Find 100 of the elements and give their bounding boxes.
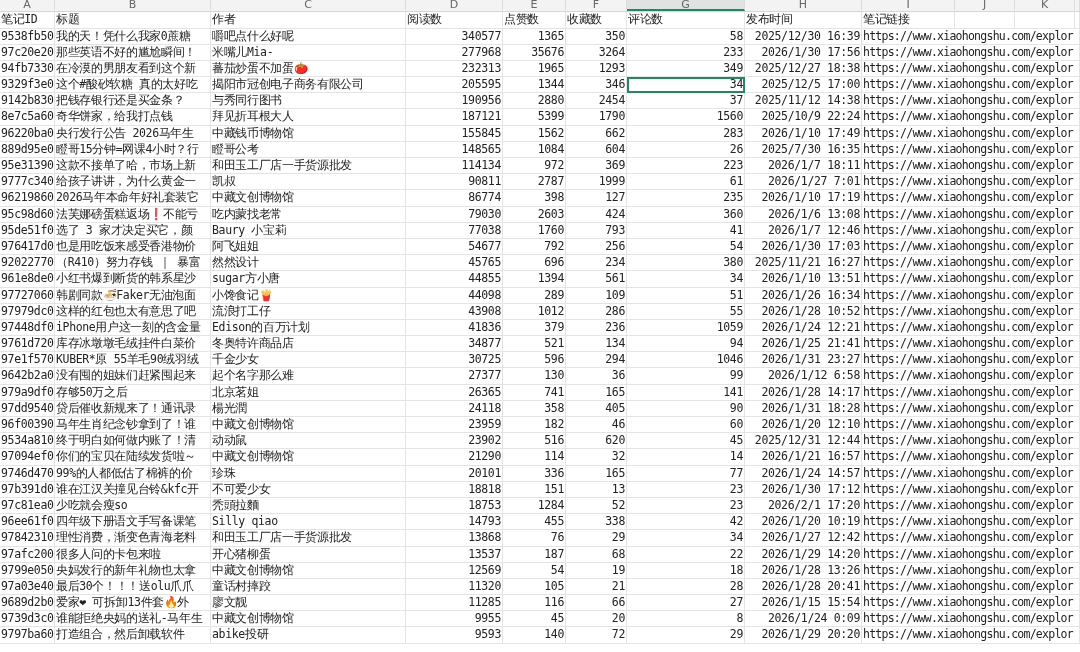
table-cell: 1562: [503, 125, 566, 142]
table-cell: 76: [503, 530, 566, 547]
table-cell: 369: [566, 158, 627, 175]
table-cell: 380: [627, 255, 745, 272]
table-cell: 52: [566, 497, 627, 515]
table-cell: 232313: [406, 60, 503, 78]
table-cell: 190956: [406, 93, 503, 110]
table-cell: 1790: [566, 109, 627, 126]
table-cell: 233: [627, 44, 745, 61]
table-cell: 18818: [406, 481, 503, 498]
table-cell: 86774: [406, 190, 503, 207]
table-cell: 36: [566, 368, 627, 385]
table-cell: 很多人问的卡包来啦: [55, 546, 211, 563]
table-cell: 19: [566, 562, 627, 579]
table-cell: 18: [627, 562, 745, 579]
table-cell: 2026/1/12 6:58: [745, 368, 862, 385]
table-cell: 也是用吃饭来感受香港物价: [55, 238, 211, 256]
table-cell: 1293: [566, 60, 627, 78]
column-letter[interactable]: K: [1015, 0, 1075, 11]
table-cell: 9534a810: [0, 433, 55, 450]
table-cell: 库存冰墩墩毛绒挂件白菜价: [55, 336, 211, 353]
table-cell: 谁在江汉关撞见台铃&kfc开: [55, 481, 211, 498]
link-cell: https://www.xiaohongshu.com/explor: [862, 530, 1080, 547]
column-letter[interactable]: E: [503, 0, 566, 11]
column-letter[interactable]: G: [627, 0, 745, 11]
table-cell: 8: [627, 611, 745, 628]
table-cell: 151: [503, 481, 566, 498]
table-cell: 187: [503, 546, 566, 563]
table-cell: 116: [503, 595, 566, 612]
link-cell: https://www.xiaohongshu.com/explor: [862, 206, 1080, 223]
link-cell: https://www.xiaohongshu.com/explor: [862, 352, 1080, 369]
table-cell: 2026/1/30 17:56: [745, 44, 862, 61]
table-cell: 2880: [503, 93, 566, 110]
table-cell: 流浪打工仔: [211, 303, 406, 320]
table-cell: 90: [627, 400, 745, 417]
table-cell: 奇华饼家，给我打点钱: [55, 109, 211, 126]
table-cell: 45: [627, 433, 745, 450]
column-header: 笔记链接: [862, 12, 955, 29]
table-cell: 336: [503, 465, 566, 482]
table-cell: 2026/1/31 18:28: [745, 400, 862, 417]
table-cell: 2025/12/5 17:00: [745, 77, 862, 94]
table-cell: 976417d0: [0, 238, 55, 256]
table-cell: 小馋食记🍟: [211, 287, 406, 304]
table-cell: 277968: [406, 44, 503, 61]
table-cell: 没有囤的姐妹们赶紧囤起来: [55, 368, 211, 385]
table-cell: 2454: [566, 93, 627, 110]
table-cell: 79030: [406, 206, 503, 223]
table-cell: 法芙娜磅蛋糕返场❗不能亏: [55, 206, 211, 223]
column-letter[interactable]: H: [745, 0, 862, 11]
table-cell: 109: [566, 287, 627, 304]
column-letter[interactable]: D: [406, 0, 503, 11]
table-cell: 97c20e20: [0, 44, 55, 61]
table-cell: 楊光潤: [211, 400, 406, 417]
table-cell: 14: [627, 449, 745, 466]
table-cell: 340577: [406, 28, 503, 45]
table-cell: 165: [566, 465, 627, 482]
table-cell: 2026/1/30 17:12: [745, 481, 862, 498]
link-cell: https://www.xiaohongshu.com/explor: [862, 60, 1080, 78]
table-cell: 2026/1/27 12:42: [745, 530, 862, 547]
table-cell: 236: [566, 319, 627, 337]
column-letter[interactable]: I: [862, 0, 955, 11]
table-cell: 95de51f0: [0, 222, 55, 239]
table-cell: 2026/1/28 10:52: [745, 303, 862, 320]
link-cell: https://www.xiaohongshu.com/explor: [862, 449, 1080, 466]
table-cell: 起个名字那么难: [211, 368, 406, 385]
table-cell: 97727060: [0, 287, 55, 304]
table-cell: 114134: [406, 158, 503, 175]
table-cell: 2026/1/10 17:19: [745, 190, 862, 207]
link-cell: https://www.xiaohongshu.com/explor: [862, 303, 1080, 320]
table-cell: 516: [503, 433, 566, 450]
link-cell: https://www.xiaohongshu.com/explor: [862, 77, 1080, 94]
table-cell: 26: [627, 141, 745, 158]
table-cell: 终于明白如何做内账了！清: [55, 433, 211, 450]
table-cell: 2026/1/24 14:57: [745, 465, 862, 482]
table-cell: 9761d720: [0, 336, 55, 353]
table-cell: 你们的宝贝在陆续发货啦～: [55, 449, 211, 466]
column-letter[interactable]: J: [955, 0, 1015, 11]
column-letter[interactable]: C: [211, 0, 406, 11]
table-cell: 爱家❤ 可拆卸13件套🔥外: [55, 595, 211, 612]
table-cell: 521: [503, 336, 566, 353]
table-cell: 少吃就会瘦so: [55, 497, 211, 515]
table-cell: 阿飞姐姐: [211, 238, 406, 256]
table-cell: 54: [503, 562, 566, 579]
table-cell: 21290: [406, 449, 503, 466]
table-cell: 96f00390: [0, 417, 55, 434]
table-cell: 20: [566, 611, 627, 628]
table-cell: 105: [503, 578, 566, 596]
table-cell: 9746d470: [0, 465, 55, 482]
column-letter[interactable]: A: [0, 0, 55, 11]
table-cell: 54: [627, 238, 745, 256]
table-cell: 94: [627, 336, 745, 353]
table-cell: 90811: [406, 174, 503, 191]
table-cell: 979a9df0: [0, 384, 55, 401]
table-cell: 8e7c5a60: [0, 109, 55, 126]
table-cell: 13537: [406, 546, 503, 563]
column-letter[interactable]: B: [55, 0, 211, 11]
table-cell: 1965: [503, 60, 566, 78]
table-cell: 27377: [406, 368, 503, 385]
table-cell: 596: [503, 352, 566, 369]
table-cell: 不可爱少女: [211, 481, 406, 498]
